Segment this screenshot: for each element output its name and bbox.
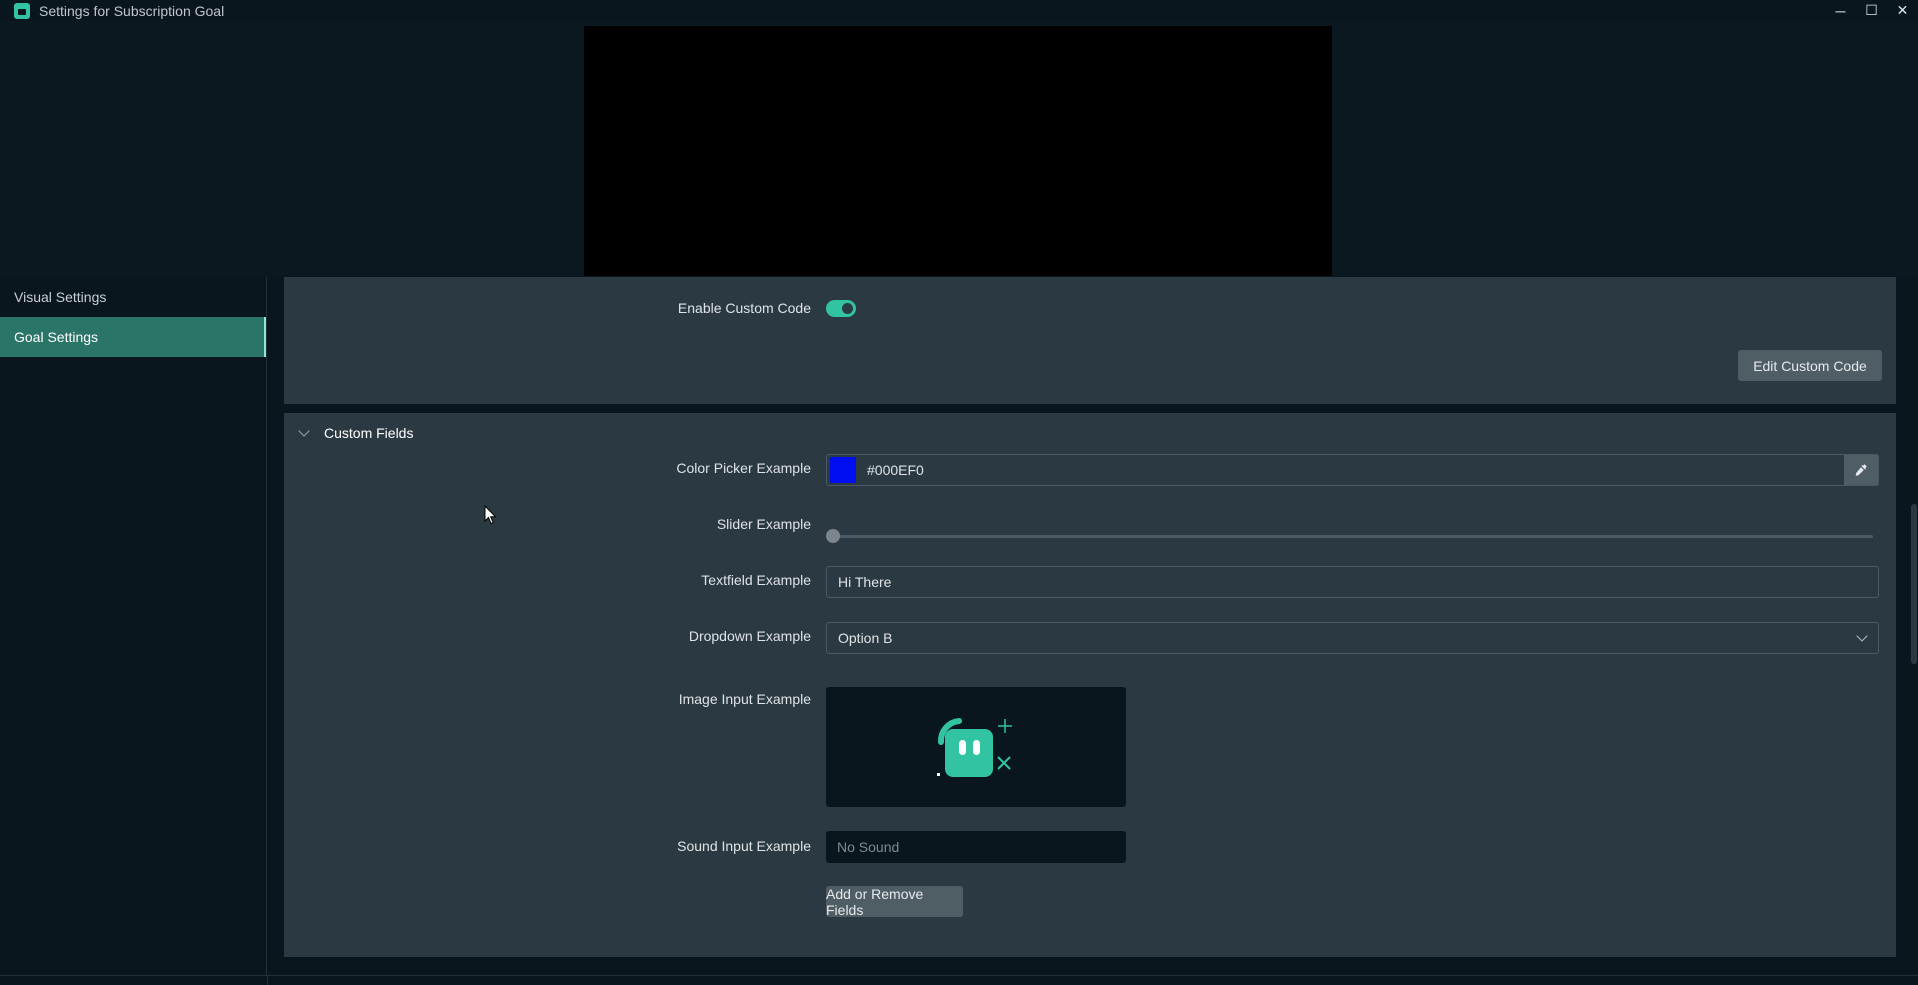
robot-mascot-icon: [937, 718, 1012, 777]
image-input-field[interactable]: [826, 687, 1126, 807]
section-title: Custom Fields: [324, 425, 414, 441]
color-picker-label: Color Picker Example: [676, 460, 811, 476]
bottom-divider: [267, 975, 268, 985]
window-title: Settings for Subscription Goal: [39, 2, 225, 19]
add-remove-fields-button[interactable]: Add or Remove Fields: [826, 886, 963, 918]
textfield-input[interactable]: Hi There: [826, 566, 1879, 598]
sound-input-field[interactable]: No Sound: [826, 831, 1126, 863]
edit-custom-code-button[interactable]: Edit Custom Code: [1738, 350, 1882, 381]
dropdown-selected-value: Option B: [838, 630, 893, 646]
scrollbar-thumb[interactable]: [1911, 504, 1917, 664]
slider-thumb[interactable]: [826, 529, 840, 543]
eyedropper-icon: [1855, 464, 1867, 476]
bottom-border: [0, 975, 1918, 985]
custom-code-panel: Enable Custom Code Edit Custom Code: [284, 277, 1896, 404]
content-scrollbar[interactable]: [1910, 277, 1918, 975]
chevron-down-icon: [298, 425, 310, 437]
window-controls: ─ ☐ ✕: [1825, 0, 1918, 21]
settings-sidebar: Visual Settings Goal Settings: [0, 277, 267, 975]
mouse-cursor-icon: [484, 505, 497, 525]
color-picker-field[interactable]: #000EF0: [826, 454, 1879, 486]
sidebar-item-visual-settings[interactable]: Visual Settings: [0, 277, 266, 317]
dropdown-select[interactable]: Option B: [826, 622, 1879, 654]
widget-preview: [584, 26, 1332, 276]
dropdown-label: Dropdown Example: [688, 628, 811, 644]
slider-track[interactable]: [832, 535, 1873, 538]
toggle-knob: [842, 303, 853, 314]
minimize-icon[interactable]: ─: [1825, 0, 1856, 21]
title-bar: Settings for Subscription Goal ─ ☐ ✕: [0, 0, 1918, 21]
color-swatch[interactable]: [830, 457, 856, 483]
sound-input-label: Sound Input Example: [677, 838, 811, 854]
color-hex-value[interactable]: #000EF0: [867, 462, 924, 478]
enable-custom-code-label: Enable Custom Code: [677, 300, 811, 316]
close-icon[interactable]: ✕: [1887, 0, 1918, 21]
custom-fields-header[interactable]: Custom Fields: [298, 425, 414, 441]
settings-content: Enable Custom Code Edit Custom Code Cust…: [268, 277, 1918, 975]
chevron-down-icon: [1856, 630, 1868, 642]
slider-label: Slider Example: [716, 516, 811, 532]
enable-custom-code-toggle[interactable]: [826, 300, 856, 317]
textfield-label: Textfield Example: [701, 572, 811, 588]
preview-area: [0, 21, 1918, 276]
maximize-icon[interactable]: ☐: [1856, 0, 1887, 21]
image-input-label: Image Input Example: [678, 691, 811, 707]
custom-fields-panel: Custom Fields Color Picker Example #000E…: [284, 413, 1896, 957]
eyedropper-button[interactable]: [1844, 455, 1878, 485]
app-icon: [14, 2, 30, 19]
sidebar-item-goal-settings[interactable]: Goal Settings: [0, 317, 266, 357]
